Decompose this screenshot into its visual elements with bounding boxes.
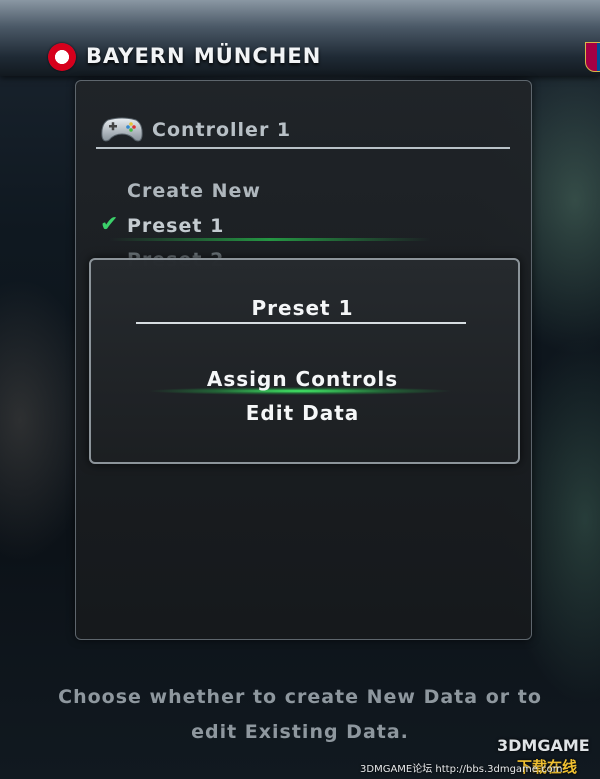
active-item-glow [110, 238, 430, 241]
watermark-url: 3DMGAME论坛 http://bbs.3dmgame.com [360, 764, 563, 775]
dialog-title: Preset 1 [251, 296, 354, 320]
help-text-line-2: edit Existing Data. [191, 721, 409, 743]
assign-controls-option[interactable]: Assign Controls [89, 367, 516, 391]
help-text: Choose whether to create New Data or to … [30, 680, 570, 750]
menu-item-preset-1[interactable]: Preset 1 [127, 215, 224, 237]
watermark-logo: 3DMGAME [497, 736, 590, 755]
edit-data-option[interactable]: Edit Data [89, 401, 516, 425]
gamepad-icon [101, 117, 143, 142]
controller-title: Controller 1 [152, 119, 292, 141]
preset-options-dialog [89, 258, 520, 464]
team-header-bar: BAYERN MÜNCHEN [0, 0, 600, 76]
barcelona-crest-icon [585, 42, 600, 72]
divider [96, 147, 510, 149]
dialog-divider [136, 322, 466, 324]
help-text-line-1: Choose whether to create New Data or to [58, 686, 542, 708]
team-name: BAYERN MÜNCHEN [86, 44, 322, 68]
menu-item-create-new[interactable]: Create New [127, 180, 261, 202]
checkmark-icon: ✔ [100, 212, 119, 237]
bayern-crest-icon [48, 43, 76, 71]
